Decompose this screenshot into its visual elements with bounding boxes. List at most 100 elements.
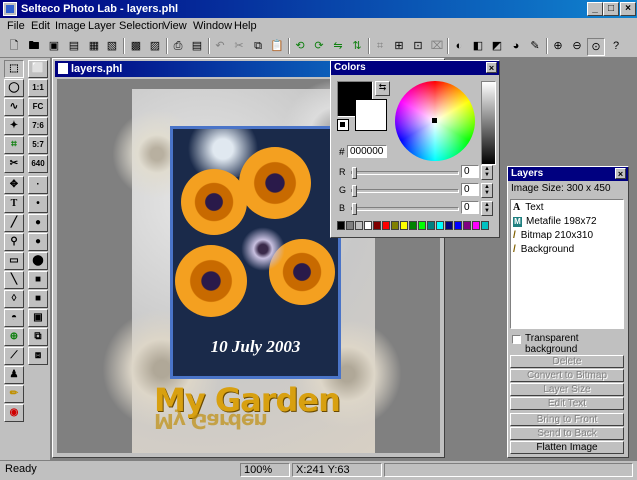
- red-spin-icon[interactable]: ▲ ▼: [481, 165, 493, 180]
- blue-slider[interactable]: [351, 203, 459, 215]
- stack-1-icon[interactable]: ▣: [28, 309, 48, 327]
- red-value[interactable]: 0: [461, 165, 479, 178]
- clone-icon[interactable]: ⟋: [4, 347, 24, 365]
- color-swatch[interactable]: [337, 221, 345, 230]
- layer-size-button[interactable]: Layer Size: [510, 383, 624, 396]
- zoom-out-icon[interactable]: ⊖: [569, 38, 585, 54]
- color-swatch[interactable]: [436, 221, 444, 230]
- brush-size-1-icon[interactable]: •: [28, 195, 48, 213]
- close-icon[interactable]: ×: [615, 168, 626, 179]
- print-icon[interactable]: ⎙: [170, 38, 186, 54]
- bring-to-front-button[interactable]: Bring to Front: [510, 413, 624, 426]
- zoom-actual-icon[interactable]: ⊙: [587, 38, 605, 56]
- layer-item-metafile[interactable]: M Metafile 198x72: [513, 216, 597, 227]
- print-preview-icon[interactable]: ▤: [189, 38, 205, 54]
- rectangle-icon[interactable]: ▭: [4, 252, 24, 270]
- flatten-image-button[interactable]: Flatten Image: [510, 441, 624, 454]
- rotate-right-icon[interactable]: ⟳: [311, 38, 327, 54]
- brush-size-2-icon[interactable]: ●: [28, 214, 48, 232]
- menu-edit[interactable]: Edit: [31, 20, 50, 32]
- close-icon[interactable]: ×: [486, 62, 497, 73]
- layer-item-text[interactable]: A Text: [513, 202, 544, 213]
- color-wheel[interactable]: [395, 81, 475, 161]
- stack-2-icon[interactable]: ⧉: [28, 328, 48, 346]
- color-swatch[interactable]: [418, 221, 426, 230]
- color-swatch[interactable]: [454, 221, 462, 230]
- brush-size-4-icon[interactable]: ⬤: [28, 252, 48, 270]
- transparent-background-checkbox[interactable]: [512, 335, 521, 344]
- color-swatch[interactable]: [472, 221, 480, 230]
- menu-layer[interactable]: Layer: [88, 20, 116, 32]
- magic-wand-icon[interactable]: ✦: [4, 117, 24, 135]
- rotate-left-icon[interactable]: ⟲: [292, 38, 308, 54]
- color-swatch[interactable]: [346, 221, 354, 230]
- eraser-icon[interactable]: ◊: [4, 290, 24, 308]
- color-swatch[interactable]: [400, 221, 408, 230]
- fill-bucket-icon[interactable]: ◓: [4, 309, 24, 327]
- green-slider[interactable]: [351, 185, 459, 197]
- mirror-icon[interactable]: ⇅: [349, 38, 365, 54]
- swap-colors-icon[interactable]: ⇆: [375, 81, 390, 96]
- scissors-icon[interactable]: ✂: [4, 155, 24, 173]
- red-slider[interactable]: [351, 167, 459, 179]
- hex-input[interactable]: 000000: [347, 145, 387, 158]
- blue-spin-icon[interactable]: ▲ ▼: [481, 201, 493, 216]
- cut-icon[interactable]: ✂: [231, 38, 247, 54]
- zoom-7-6-icon[interactable]: 7:6: [28, 117, 48, 135]
- save-icon[interactable]: ▣: [46, 38, 62, 54]
- zoom-640-icon[interactable]: 640: [28, 155, 48, 173]
- layer-item-background[interactable]: / Background: [513, 244, 574, 255]
- reset-colors-icon[interactable]: [337, 119, 349, 131]
- color-swatch[interactable]: [427, 221, 435, 230]
- eyedropper-icon[interactable]: ⚲: [4, 233, 24, 251]
- brush-size-5-icon[interactable]: ■: [28, 271, 48, 289]
- menu-help[interactable]: Help: [234, 20, 257, 32]
- green-value[interactable]: 0: [461, 183, 479, 196]
- lasso-icon[interactable]: ∿: [4, 98, 24, 116]
- maximize-button[interactable]: □: [603, 2, 619, 16]
- fit-icon[interactable]: ⬜: [28, 60, 48, 78]
- text-tool-icon[interactable]: T: [4, 195, 24, 213]
- layer-item-bitmap[interactable]: / Bitmap 210x310: [513, 230, 593, 241]
- brush-size-3-icon[interactable]: ●: [28, 233, 48, 251]
- color-swatch[interactable]: [409, 221, 417, 230]
- copy-icon[interactable]: ⧉: [250, 38, 266, 54]
- menu-selection[interactable]: Selection: [119, 20, 164, 32]
- capture-icon[interactable]: ▩: [128, 38, 144, 54]
- stack-3-icon[interactable]: ⧈: [28, 347, 48, 365]
- zoom-5-7-icon[interactable]: 5:7: [28, 136, 48, 154]
- color-swatch[interactable]: [463, 221, 471, 230]
- sharpen-icon[interactable]: ✎: [527, 38, 543, 54]
- minimize-button[interactable]: _: [587, 2, 603, 16]
- brightness-slider[interactable]: [481, 81, 496, 165]
- folder-icon[interactable]: ▤: [66, 38, 82, 54]
- small-dot-icon[interactable]: ·: [28, 176, 48, 194]
- menu-view[interactable]: View: [163, 20, 187, 32]
- color-balance-icon[interactable]: ◩: [489, 38, 505, 54]
- menu-window[interactable]: Window: [193, 20, 232, 32]
- pencil-icon[interactable]: ✏: [4, 385, 24, 403]
- rect-select-icon[interactable]: ⬚: [4, 60, 24, 78]
- blue-value[interactable]: 0: [461, 201, 479, 214]
- open-icon[interactable]: 🖿: [26, 38, 42, 54]
- scan-icon[interactable]: ▦: [86, 38, 102, 54]
- crop-tool-icon[interactable]: ⌗: [4, 136, 24, 154]
- color-swatch[interactable]: [355, 221, 363, 230]
- color-swatch[interactable]: [391, 221, 399, 230]
- help-icon[interactable]: ?: [608, 38, 624, 54]
- red-eye-icon[interactable]: ◉: [4, 404, 24, 422]
- flip-icon[interactable]: ⇋: [330, 38, 346, 54]
- edit-text-button[interactable]: Edit Text: [510, 397, 624, 410]
- export-icon[interactable]: ▧: [104, 38, 120, 54]
- line-icon[interactable]: ╲: [4, 271, 24, 289]
- picture-icon[interactable]: ▨: [147, 38, 163, 54]
- ellipse-select-icon[interactable]: ◯: [4, 79, 24, 97]
- undo-icon[interactable]: ↶: [212, 38, 228, 54]
- background-color-swatch[interactable]: [355, 99, 387, 131]
- app-icon[interactable]: [3, 2, 17, 16]
- color-swatch[interactable]: [445, 221, 453, 230]
- canvas-size-icon[interactable]: ⊡: [410, 38, 426, 54]
- convert-to-bitmap-button[interactable]: Convert to Bitmap: [510, 369, 624, 382]
- new-icon[interactable]: 🗋: [6, 38, 22, 54]
- zoom-fit-icon[interactable]: FC: [28, 98, 48, 116]
